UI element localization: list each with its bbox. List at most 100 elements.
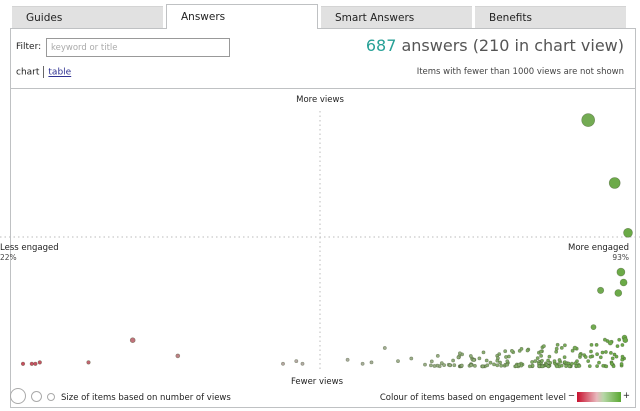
data-point[interactable]: [590, 324, 597, 330]
data-point[interactable]: [360, 361, 365, 366]
data-point[interactable]: [457, 351, 462, 356]
data-point[interactable]: [607, 340, 613, 346]
data-point[interactable]: [604, 364, 609, 369]
data-point[interactable]: [447, 363, 452, 368]
tab-guides[interactable]: Guides: [12, 6, 163, 28]
data-point[interactable]: [369, 360, 374, 365]
data-point[interactable]: [622, 337, 629, 343]
data-point[interactable]: [546, 364, 551, 369]
data-point[interactable]: [432, 364, 437, 368]
data-point[interactable]: [533, 359, 538, 364]
data-point[interactable]: [586, 359, 591, 364]
data-point[interactable]: [617, 337, 622, 342]
data-point[interactable]: [548, 360, 553, 365]
data-point[interactable]: [616, 267, 626, 277]
data-point[interactable]: [537, 364, 542, 369]
data-point[interactable]: [480, 364, 485, 369]
data-point[interactable]: [530, 360, 535, 364]
data-point[interactable]: [499, 363, 504, 368]
data-point[interactable]: [572, 345, 578, 351]
data-point[interactable]: [129, 337, 136, 343]
data-point[interactable]: [598, 355, 603, 360]
data-point[interactable]: [504, 355, 508, 359]
data-point[interactable]: [623, 228, 633, 238]
data-point[interactable]: [33, 361, 38, 366]
data-point[interactable]: [564, 364, 569, 369]
data-point[interactable]: [554, 346, 559, 351]
data-point[interactable]: [20, 361, 26, 366]
data-point[interactable]: [597, 360, 601, 365]
data-point[interactable]: [594, 342, 599, 347]
data-point[interactable]: [615, 344, 620, 349]
data-point[interactable]: [609, 361, 614, 366]
data-point[interactable]: [555, 342, 560, 347]
data-point[interactable]: [595, 364, 600, 369]
data-point[interactable]: [597, 286, 605, 294]
data-point[interactable]: [29, 361, 34, 366]
data-point[interactable]: [527, 364, 532, 369]
data-point[interactable]: [547, 354, 552, 359]
data-point[interactable]: [620, 357, 625, 362]
data-point[interactable]: [429, 359, 434, 364]
data-point[interactable]: [525, 348, 530, 353]
data-point[interactable]: [175, 353, 181, 359]
data-point[interactable]: [498, 360, 503, 365]
data-point[interactable]: [540, 358, 544, 363]
data-point[interactable]: [535, 356, 540, 361]
data-point[interactable]: [619, 362, 624, 366]
data-point[interactable]: [567, 364, 572, 369]
data-point[interactable]: [452, 363, 457, 368]
data-point[interactable]: [559, 363, 564, 368]
data-point[interactable]: [459, 363, 464, 368]
data-point[interactable]: [345, 357, 350, 362]
data-point[interactable]: [595, 352, 600, 357]
data-point[interactable]: [601, 363, 606, 368]
data-point[interactable]: [492, 362, 496, 367]
data-point[interactable]: [456, 355, 461, 360]
data-point[interactable]: [610, 356, 615, 361]
data-point[interactable]: [469, 363, 474, 368]
data-point[interactable]: [542, 344, 546, 349]
data-point[interactable]: [600, 350, 605, 355]
data-point[interactable]: [603, 337, 607, 342]
table-view-link[interactable]: table: [48, 68, 71, 78]
filter-input[interactable]: [46, 38, 230, 57]
tab-answers[interactable]: Answers: [166, 4, 318, 29]
data-point[interactable]: [554, 364, 559, 369]
data-point[interactable]: [589, 349, 593, 354]
data-point[interactable]: [614, 289, 623, 297]
data-point[interactable]: [495, 363, 500, 368]
data-point[interactable]: [435, 353, 440, 358]
data-point[interactable]: [614, 354, 619, 359]
data-point[interactable]: [589, 342, 594, 347]
data-point[interactable]: [519, 346, 524, 351]
data-point[interactable]: [300, 361, 305, 366]
data-point[interactable]: [409, 356, 414, 361]
data-point[interactable]: [539, 349, 543, 354]
data-point[interactable]: [619, 278, 628, 287]
data-point[interactable]: [396, 359, 400, 364]
data-point[interactable]: [471, 358, 476, 363]
data-point[interactable]: [517, 362, 521, 367]
data-point[interactable]: [37, 360, 42, 365]
data-point[interactable]: [587, 364, 592, 369]
data-point[interactable]: [588, 354, 593, 359]
data-point[interactable]: [540, 364, 545, 369]
data-point[interactable]: [578, 353, 583, 357]
data-point[interactable]: [485, 363, 490, 368]
data-point[interactable]: [557, 358, 562, 362]
data-point[interactable]: [604, 350, 608, 354]
data-point[interactable]: [505, 362, 510, 367]
data-point[interactable]: [477, 356, 482, 361]
data-point[interactable]: [481, 350, 486, 355]
data-point[interactable]: [382, 346, 387, 350]
data-point[interactable]: [609, 350, 613, 355]
data-point[interactable]: [620, 343, 625, 347]
data-point[interactable]: [570, 361, 574, 366]
data-point[interactable]: [509, 348, 514, 353]
data-point[interactable]: [281, 361, 285, 366]
data-point[interactable]: [423, 362, 427, 367]
data-point[interactable]: [552, 359, 557, 364]
data-point[interactable]: [503, 349, 508, 354]
data-point[interactable]: [562, 355, 567, 360]
